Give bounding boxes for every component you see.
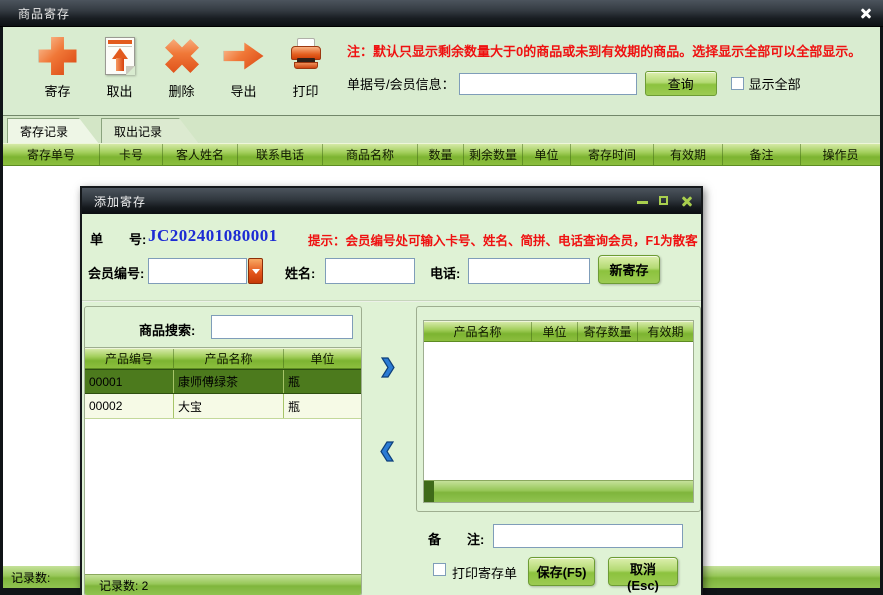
tabstrip: 寄存记录 取出记录 bbox=[3, 115, 880, 143]
print-icon bbox=[286, 37, 326, 75]
order-no-label: 单 号: bbox=[90, 229, 146, 248]
close-icon[interactable] bbox=[858, 6, 873, 21]
window-title: 商品寄存 bbox=[18, 5, 70, 22]
deposit-button[interactable]: 寄存 bbox=[29, 35, 86, 107]
show-all-checkbox[interactable] bbox=[731, 77, 744, 90]
record-count-label: 记录数: bbox=[11, 569, 50, 586]
move-left-button[interactable] bbox=[379, 440, 396, 466]
product-search-label: 商品搜索: bbox=[139, 320, 195, 339]
print-deposit-label: 打印寄存单 bbox=[452, 563, 517, 582]
query-button[interactable]: 查询 bbox=[645, 71, 717, 96]
product-record-count: 记录数: 2 bbox=[99, 577, 148, 594]
takeout-button[interactable]: 取出 bbox=[91, 35, 148, 107]
col-expiry[interactable]: 有效期 bbox=[654, 144, 723, 165]
name-input[interactable] bbox=[325, 258, 415, 284]
delete-button[interactable]: 删除 bbox=[153, 35, 210, 107]
selected-products-panel: 产品名称 单位 寄存数量 有效期 bbox=[416, 306, 701, 512]
col-expiry[interactable]: 有效期 bbox=[638, 322, 693, 341]
selected-table-footer bbox=[424, 480, 693, 502]
phone-input[interactable] bbox=[468, 258, 590, 284]
product-row[interactable]: 00001 康师傅绿茶 瓶 bbox=[85, 369, 361, 394]
product-search-input[interactable] bbox=[211, 315, 353, 339]
search-input[interactable] bbox=[459, 73, 637, 95]
chevron-down-icon bbox=[252, 269, 260, 274]
toolbar-button-label: 取出 bbox=[106, 81, 132, 100]
save-button[interactable]: 保存(F5) bbox=[528, 557, 595, 586]
product-table: 产品编号 产品名称 单位 00001 康师傅绿茶 瓶 00002 大宝 瓶 bbox=[85, 347, 361, 595]
toolbar: 寄存 取出 删除 导出 bbox=[3, 27, 880, 115]
tab-deposit-records[interactable]: 寄存记录 bbox=[7, 118, 99, 144]
dialog-close-icon[interactable] bbox=[680, 195, 693, 208]
col-guest-name[interactable]: 客人姓名 bbox=[163, 144, 238, 165]
move-right-button[interactable] bbox=[379, 356, 396, 382]
cancel-button[interactable]: 取消(Esc) bbox=[608, 557, 678, 586]
new-deposit-button[interactable]: 新寄存 bbox=[598, 255, 660, 284]
search-label: 单据号/会员信息： bbox=[347, 74, 455, 93]
add-deposit-dialog: 添加寄存 单 号: JC202401080001 提示：会员编号处可输入卡号、姓… bbox=[80, 186, 703, 595]
selected-products-table: 产品名称 单位 寄存数量 有效期 bbox=[423, 320, 694, 503]
app-window: 商品寄存 寄存 取出 删除 bbox=[0, 0, 883, 595]
col-remaining-qty[interactable]: 剩余数量 bbox=[464, 144, 523, 165]
toolbar-button-label: 删除 bbox=[168, 81, 194, 100]
member-no-label: 会员编号: bbox=[88, 263, 144, 282]
toolbar-button-label: 打印 bbox=[292, 81, 318, 100]
tab-takeout-records[interactable]: 取出记录 bbox=[101, 118, 199, 144]
col-operator[interactable]: 操作员 bbox=[801, 144, 880, 165]
col-deposit-time[interactable]: 寄存时间 bbox=[571, 144, 654, 165]
col-phone[interactable]: 联系电话 bbox=[238, 144, 323, 165]
col-unit[interactable]: 单位 bbox=[523, 144, 571, 165]
order-no-value: JC202401080001 bbox=[148, 226, 278, 246]
print-button[interactable]: 打印 bbox=[277, 35, 334, 107]
tab-label: 寄存记录 bbox=[20, 123, 68, 140]
member-dropdown-button[interactable] bbox=[248, 258, 263, 284]
col-unit[interactable]: 单位 bbox=[284, 349, 361, 368]
phone-label: 电话: bbox=[430, 263, 460, 282]
product-row[interactable]: 00002 大宝 瓶 bbox=[85, 394, 361, 419]
col-unit[interactable]: 单位 bbox=[532, 322, 578, 341]
col-remark[interactable]: 备注 bbox=[723, 144, 801, 165]
main-table-header: 寄存单号 卡号 客人姓名 联系电话 商品名称 数量 剩余数量 单位 寄存时间 有… bbox=[3, 143, 880, 166]
col-product-name[interactable]: 产品名称 bbox=[174, 349, 284, 368]
minimize-icon[interactable] bbox=[636, 195, 649, 208]
show-all-label: 显示全部 bbox=[749, 74, 801, 93]
chevron-right-icon bbox=[379, 356, 396, 379]
export-arrow-icon bbox=[224, 40, 264, 72]
product-table-empty-area bbox=[85, 419, 361, 574]
col-product-name[interactable]: 商品名称 bbox=[323, 144, 418, 165]
dialog-title: 添加寄存 bbox=[94, 193, 146, 210]
chevron-left-icon bbox=[379, 440, 396, 463]
name-label: 姓名: bbox=[285, 263, 315, 282]
takeout-doc-icon bbox=[105, 37, 135, 75]
dialog-titlebar: 添加寄存 bbox=[82, 188, 701, 214]
search-row: 单据号/会员信息： 查询 显示全部 bbox=[347, 71, 801, 96]
divider bbox=[82, 300, 701, 302]
dialog-body: 单 号: JC202401080001 提示：会员编号处可输入卡号、姓名、简拼、… bbox=[82, 214, 701, 595]
deposit-plus-icon bbox=[39, 37, 77, 75]
selected-table-empty-area bbox=[424, 342, 693, 480]
delete-x-icon bbox=[156, 31, 207, 82]
member-tip: 提示：会员编号处可输入卡号、姓名、简拼、电话查询会员，F1为散客 bbox=[308, 230, 698, 249]
product-table-footer: 记录数: 2 bbox=[85, 574, 361, 595]
print-deposit-checkbox[interactable] bbox=[433, 563, 446, 576]
col-card-no[interactable]: 卡号 bbox=[100, 144, 163, 165]
col-product-code[interactable]: 产品编号 bbox=[85, 349, 174, 368]
toolbar-button-label: 导出 bbox=[230, 81, 256, 100]
display-note: 注：默认只显示剩余数量大于0的商品或未到有效期的商品。选择显示全部可以全部显示。 bbox=[347, 41, 861, 60]
remark-input[interactable] bbox=[493, 524, 683, 548]
maximize-icon[interactable] bbox=[658, 195, 671, 208]
member-no-input[interactable] bbox=[148, 258, 247, 284]
col-qty[interactable]: 数量 bbox=[418, 144, 464, 165]
toolbar-button-label: 寄存 bbox=[44, 81, 70, 100]
tab-label: 取出记录 bbox=[114, 123, 162, 140]
remark-label: 备 注: bbox=[428, 529, 484, 548]
export-button[interactable]: 导出 bbox=[215, 35, 272, 107]
main-titlebar: 商品寄存 bbox=[0, 0, 883, 27]
col-product-name[interactable]: 产品名称 bbox=[424, 322, 532, 341]
product-list-panel: 商品搜索: 产品编号 产品名称 单位 00001 康师傅绿茶 瓶 bbox=[84, 306, 362, 595]
col-deposit-no[interactable]: 寄存单号 bbox=[3, 144, 100, 165]
col-deposit-qty[interactable]: 寄存数量 bbox=[578, 322, 638, 341]
